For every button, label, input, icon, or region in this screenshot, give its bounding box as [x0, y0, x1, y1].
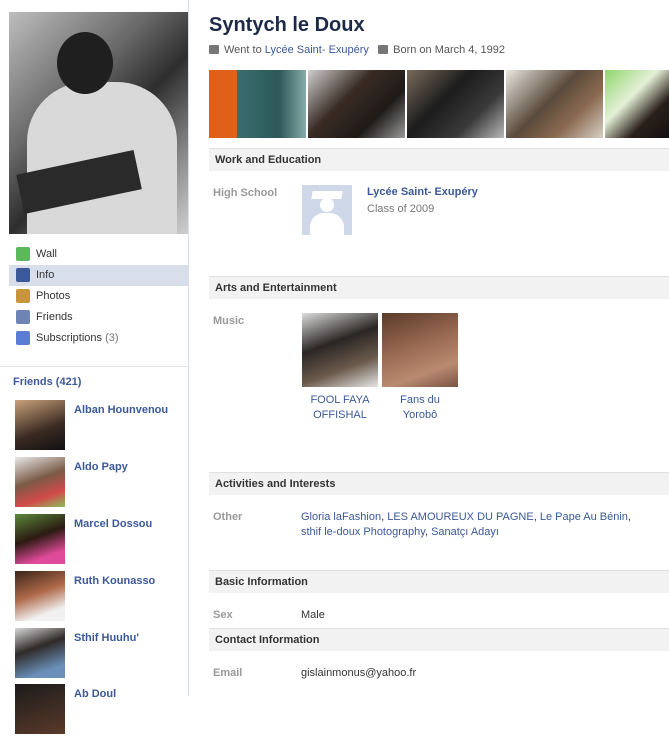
- school-link[interactable]: Lycée Saint- Exupéry: [265, 44, 369, 56]
- profile-summary: Went to Lycée Saint- Exupéry Born on Mar…: [209, 44, 505, 56]
- photo-thumbnail[interactable]: [605, 70, 669, 138]
- section-header-contact-info: Contact Information: [209, 628, 669, 651]
- interest-link[interactable]: LES AMOUREUX DU PAGNE: [387, 511, 534, 523]
- friends-icon: [16, 310, 30, 324]
- school-default-picture[interactable]: [302, 185, 352, 235]
- other-interests-list: Gloria laFashion, LES AMOUREUX DU PAGNE,…: [301, 511, 631, 538]
- friend-name[interactable]: Aldo Papy: [74, 461, 128, 473]
- sex-value: Male: [301, 609, 325, 621]
- nav-item-photos[interactable]: Photos: [9, 286, 188, 307]
- photos-icon: [16, 289, 30, 303]
- rss-icon: [16, 331, 30, 345]
- photo-thumbnail[interactable]: [209, 70, 306, 138]
- photo-strip: [209, 70, 669, 138]
- friend-avatar[interactable]: [15, 514, 65, 564]
- other-label: Other: [213, 511, 243, 523]
- nav-label: Subscriptions: [36, 332, 103, 344]
- music-item[interactable]: FOOL FAYA OFFISHAL: [302, 313, 378, 423]
- sex-label: Sex: [213, 609, 233, 621]
- email-value: gislainmonus@yahoo.fr: [301, 667, 417, 679]
- friend-item[interactable]: Sthif Huuhu': [15, 628, 185, 680]
- friend-avatar[interactable]: [15, 628, 65, 678]
- music-page-name[interactable]: FOOL FAYA OFFISHAL: [302, 393, 378, 423]
- nav-item-info[interactable]: Info: [9, 265, 188, 286]
- photo-thumbnail[interactable]: [308, 70, 405, 138]
- divider: [0, 366, 188, 367]
- left-column: Wall Info Photos Friends Subscriptions (…: [0, 0, 189, 734]
- friend-name[interactable]: Ab Doul: [74, 688, 116, 700]
- friend-item[interactable]: Aldo Papy: [15, 457, 185, 509]
- went-to-label: Went to: [224, 44, 262, 56]
- friend-name[interactable]: Sthif Huuhu': [74, 632, 139, 644]
- friends-title[interactable]: Friends (421): [13, 376, 81, 388]
- high-school-label: High School: [213, 187, 278, 199]
- interest-link[interactable]: sthif le-doux Photography: [301, 526, 425, 538]
- profile-nav: Wall Info Photos Friends Subscriptions (…: [9, 244, 188, 349]
- friend-item[interactable]: Ab Doul: [15, 684, 185, 736]
- section-header-arts: Arts and Entertainment: [209, 276, 669, 299]
- friend-name[interactable]: Alban Hounvenou: [74, 404, 168, 416]
- birthday-text: Born on March 4, 1992: [393, 44, 506, 56]
- interest-link[interactable]: Le Pape Au Bénin: [540, 511, 628, 523]
- calendar-icon: [378, 45, 389, 54]
- nav-label: Photos: [36, 290, 71, 302]
- subscriptions-count: (3): [105, 332, 119, 344]
- friend-avatar[interactable]: [15, 457, 65, 507]
- friend-name[interactable]: Marcel Dossou: [74, 518, 152, 530]
- nav-label: Wall: [36, 248, 57, 260]
- music-page-picture[interactable]: [382, 313, 458, 387]
- friend-avatar[interactable]: [15, 571, 65, 621]
- friend-item[interactable]: Ruth Kounasso: [15, 571, 185, 623]
- nav-item-friends[interactable]: Friends: [9, 307, 188, 328]
- friend-item[interactable]: Marcel Dossou: [15, 514, 185, 566]
- nav-item-wall[interactable]: Wall: [9, 244, 188, 265]
- interest-link[interactable]: Gloria laFashion: [301, 511, 381, 523]
- photo-thumbnail[interactable]: [506, 70, 603, 138]
- music-label: Music: [213, 315, 245, 327]
- music-page-name[interactable]: Fans du Yorobô: [382, 393, 458, 423]
- wall-icon: [16, 247, 30, 261]
- friend-avatar[interactable]: [15, 400, 65, 450]
- section-header-basic-info: Basic Information: [209, 570, 669, 593]
- info-icon: [16, 268, 30, 282]
- friend-avatar[interactable]: [15, 684, 65, 734]
- section-header-activities: Activities and Interests: [209, 472, 669, 495]
- profile-name: Syntych le Doux: [209, 14, 365, 36]
- music-page-picture[interactable]: [302, 313, 378, 387]
- nav-label: Friends: [36, 311, 73, 323]
- nav-item-subscriptions[interactable]: Subscriptions (3): [9, 328, 188, 349]
- interest-link[interactable]: Sanatçı Adayı: [431, 526, 499, 538]
- school-name-link[interactable]: Lycée Saint- Exupéry: [367, 186, 478, 198]
- graduation-cap-icon: [209, 45, 219, 54]
- email-label: Email: [213, 667, 243, 679]
- section-header-work-education: Work and Education: [209, 148, 669, 171]
- photo-thumbnail[interactable]: [407, 70, 504, 138]
- profile-picture[interactable]: [9, 12, 188, 234]
- music-item[interactable]: Fans du Yorobô: [382, 313, 458, 423]
- nav-label: Info: [36, 269, 55, 281]
- friend-name[interactable]: Ruth Kounasso: [74, 575, 155, 587]
- school-class-year: Class of 2009: [367, 203, 435, 215]
- friend-item[interactable]: Alban Hounvenou: [15, 400, 185, 452]
